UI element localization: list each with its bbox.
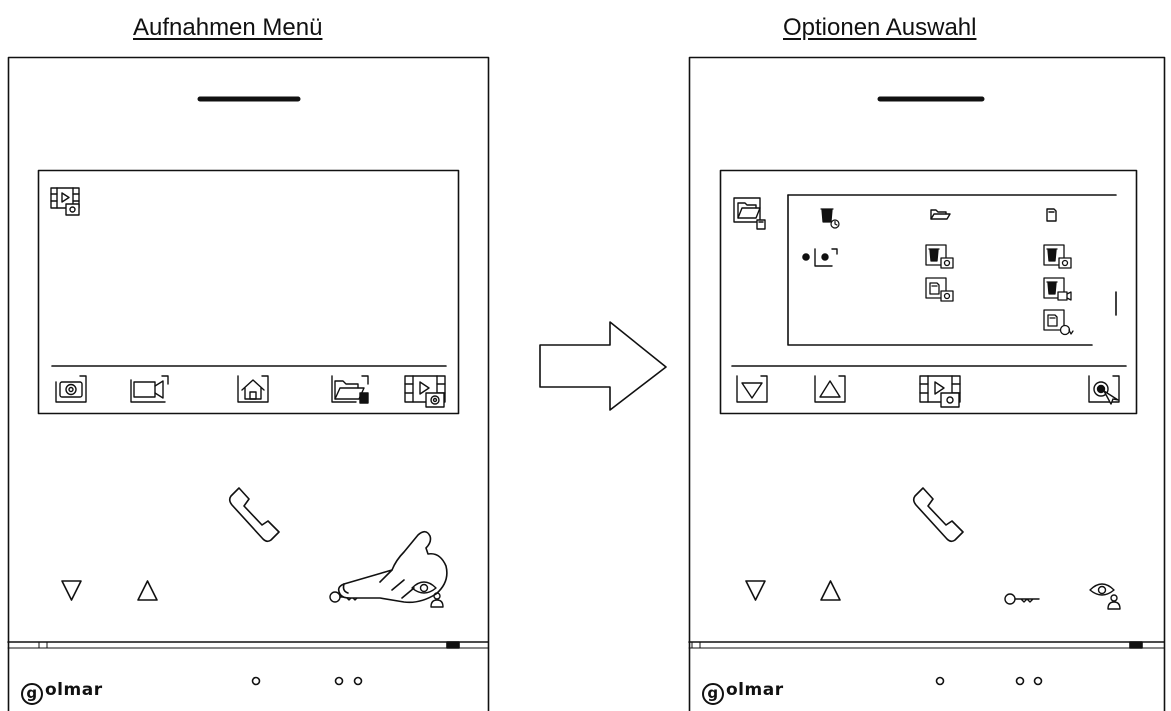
golmar-logo: g olmar bbox=[21, 680, 103, 705]
key-icon[interactable] bbox=[1004, 593, 1040, 605]
led-dot bbox=[334, 676, 344, 686]
video-settings-icon[interactable] bbox=[919, 375, 961, 408]
golmar-logo: g olmar bbox=[702, 680, 784, 705]
folder-icon bbox=[930, 209, 951, 220]
down-button-icon[interactable] bbox=[736, 375, 768, 403]
trash-timer-icon bbox=[820, 208, 840, 229]
up-triangle-icon[interactable] bbox=[820, 580, 841, 601]
handset-icon[interactable] bbox=[912, 487, 964, 543]
led-dot bbox=[251, 676, 261, 686]
sd-format-icon[interactable] bbox=[1043, 309, 1074, 336]
left-monitor bbox=[7, 56, 490, 711]
led-dot bbox=[935, 676, 945, 686]
led-left bbox=[691, 641, 701, 649]
led-right bbox=[446, 641, 460, 649]
record-dot-icon[interactable] bbox=[814, 248, 838, 267]
down-triangle-icon[interactable] bbox=[61, 580, 82, 601]
select-touch-icon[interactable] bbox=[1088, 375, 1120, 405]
trash-photo-icon[interactable] bbox=[925, 244, 954, 269]
video-camera-icon[interactable] bbox=[130, 375, 169, 403]
recordings-camera-settings-icon bbox=[50, 187, 80, 216]
led-right bbox=[1129, 641, 1143, 649]
led-dot bbox=[353, 676, 363, 686]
right-arrow-icon bbox=[539, 321, 667, 411]
video-settings-icon[interactable] bbox=[404, 375, 446, 408]
selection-bullet bbox=[802, 253, 810, 261]
led-left bbox=[38, 641, 48, 649]
photo-camera-icon[interactable] bbox=[55, 375, 87, 403]
screen bbox=[37, 169, 460, 415]
right-monitor bbox=[688, 56, 1166, 711]
led-dot bbox=[1033, 676, 1043, 686]
up-triangle-icon[interactable] bbox=[137, 580, 158, 601]
eye-user-icon[interactable] bbox=[1089, 583, 1121, 610]
home-icon[interactable] bbox=[237, 375, 269, 403]
down-triangle-icon[interactable] bbox=[745, 580, 766, 601]
handset-icon[interactable] bbox=[228, 487, 280, 543]
folder-sd-icon bbox=[733, 197, 766, 230]
folder-sd-icon[interactable] bbox=[331, 375, 369, 404]
sd-photo-icon[interactable] bbox=[925, 277, 954, 302]
trash-photo-icon[interactable] bbox=[1043, 244, 1072, 269]
up-button-icon[interactable] bbox=[814, 375, 846, 403]
trash-video-icon[interactable] bbox=[1043, 277, 1072, 301]
led-dot bbox=[1015, 676, 1025, 686]
sd-card-icon bbox=[1046, 208, 1057, 222]
